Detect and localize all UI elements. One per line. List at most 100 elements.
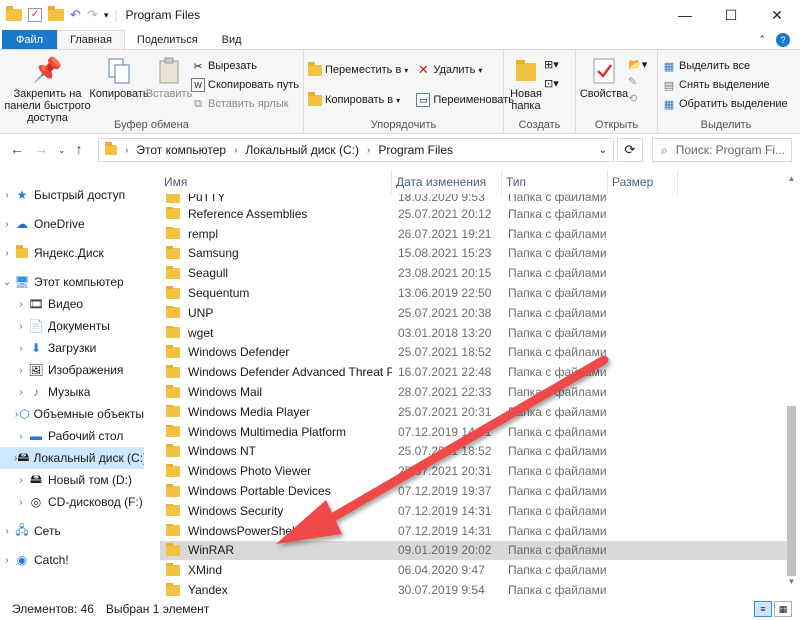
breadcrumb-local-disk[interactable]: Локальный диск (C:) xyxy=(245,143,359,157)
tab-file[interactable]: Файл xyxy=(2,30,58,49)
file-row[interactable]: WindowsPowerShell 07.12.2019 14:31 Папка с… xyxy=(160,521,788,541)
minimize-button[interactable]: — xyxy=(662,0,708,30)
chevron-right-icon[interactable]: › xyxy=(14,299,28,310)
address-bar[interactable]: › Этот компьютер › Локальный диск (C:) ›… xyxy=(98,138,614,162)
scroll-up-icon[interactable]: ▲ xyxy=(783,170,800,187)
scroll-down-icon[interactable]: ▼ xyxy=(783,573,800,590)
column-type[interactable]: Тип xyxy=(502,170,608,194)
nav-network[interactable]: › 🖧 Сеть xyxy=(0,520,144,542)
chevron-right-icon[interactable]: › xyxy=(14,431,28,442)
details-view-icon[interactable]: ≡ xyxy=(754,601,772,617)
file-row[interactable]: Samsung 15.08.2021 15:23 Папка с файлами xyxy=(160,244,788,264)
properties-check-icon[interactable]: ✓ xyxy=(28,8,42,22)
copy-path-button[interactable]: W Скопировать путь xyxy=(191,77,299,93)
tab-home[interactable]: Главная xyxy=(57,30,125,49)
breadcrumb-program-files[interactable]: Program Files xyxy=(378,143,453,157)
column-date-modified[interactable]: Дата изменения xyxy=(392,170,502,194)
file-row[interactable]: PuTTY 18.03.2020 9:53 Папка с файлами xyxy=(160,194,788,204)
chevron-right-icon[interactable]: › xyxy=(14,365,28,376)
file-row[interactable]: Windows Security 07.12.2019 14:31 Папка с … xyxy=(160,501,788,521)
file-row[interactable]: Windows Mail 28.07.2021 22:33 Папка с файл… xyxy=(160,382,788,402)
file-row[interactable]: rempl 26.07.2021 19:21 Папка с файлами xyxy=(160,224,788,244)
file-row[interactable]: Seagull 23.08.2021 20:15 Папка с файлами xyxy=(160,263,788,283)
nav-documents[interactable]: › 📄 Документы xyxy=(0,315,144,337)
large-icons-view-icon[interactable]: ▦ xyxy=(774,601,792,617)
select-none-button[interactable]: ▤ Снять выделение xyxy=(662,77,788,93)
chevron-right-icon[interactable]: › xyxy=(14,475,28,486)
new-item-icon[interactable]: ⊞▾ xyxy=(544,58,559,71)
edit-icon[interactable]: ✎ xyxy=(628,75,647,88)
nav-pictures[interactable]: › 🖼 Изображения xyxy=(0,359,144,381)
address-dropdown-icon[interactable]: ⌄ xyxy=(599,145,607,156)
tab-share[interactable]: Поделиться xyxy=(125,30,210,49)
nav-local-disk-c[interactable]: › 🖴 Локальный диск (C:) xyxy=(0,447,144,469)
nav-new-volume-d[interactable]: › 🖴 Новый том (D:) xyxy=(0,469,144,491)
file-row[interactable]: Windows Portable Devices 07.12.2019 19:37… xyxy=(160,481,788,501)
nav-music[interactable]: › ♪ Музыка xyxy=(0,381,144,403)
file-row[interactable]: Windows Multimedia Platform 07.12.2019 14… xyxy=(160,422,788,442)
recent-locations-icon[interactable]: ⌄ xyxy=(58,141,66,159)
delete-button[interactable]: ✕ Удалить ▾ xyxy=(416,62,514,78)
customize-toolbar-icon[interactable]: ▾ xyxy=(104,10,109,21)
close-button[interactable]: ✕ xyxy=(754,0,800,30)
chevron-right-icon[interactable]: › xyxy=(0,555,14,566)
back-icon[interactable]: ← xyxy=(10,141,24,159)
file-row[interactable]: Windows Defender Advanced Threat Pro... 1… xyxy=(160,362,788,382)
new-folder-icon[interactable] xyxy=(48,6,64,21)
rename-button[interactable]: ▭ Переименовать xyxy=(416,92,514,108)
file-row[interactable]: Reference Assemblies 25.07.2021 20:12 Папк… xyxy=(160,204,788,224)
file-row-selected[interactable]: WinRAR 09.01.2019 20:02 Папка с файлами xyxy=(160,540,788,561)
easy-access-icon[interactable]: ⊡▾ xyxy=(544,77,559,90)
chevron-right-icon[interactable]: › xyxy=(0,190,14,201)
forward-icon[interactable]: → xyxy=(34,141,48,159)
undo-icon[interactable]: ↶ xyxy=(70,7,81,23)
chevron-right-icon[interactable]: › xyxy=(14,343,28,354)
nav-videos[interactable]: › 🎞 Видео xyxy=(0,293,144,315)
chevron-right-icon[interactable]: › xyxy=(0,248,14,259)
file-row[interactable]: Windows Media Player 25.07.2021 20:31 Папк… xyxy=(160,402,788,422)
invert-selection-button[interactable]: ▦ Обратить выделение xyxy=(662,96,788,112)
open-icon[interactable]: 📂▾ xyxy=(628,58,647,71)
refresh-button[interactable]: ⟳ xyxy=(617,138,643,162)
scrollbar-thumb[interactable] xyxy=(787,406,796,576)
copy-to-button[interactable]: Копировать в ▾ xyxy=(308,91,408,108)
chevron-right-icon[interactable]: › xyxy=(14,321,28,332)
vertical-scrollbar[interactable]: ▲ ▼ xyxy=(783,170,800,590)
file-row[interactable]: UNP 25.07.2021 20:38 Папка с файлами xyxy=(160,303,788,323)
nav-catch[interactable]: › ◉ Catch! xyxy=(0,549,144,571)
file-row[interactable]: XMind 06.04.2020 9:47 Папка с файлами xyxy=(160,560,788,580)
file-row[interactable]: Yandex 30.07.2019 9:54 Папка с файлами xyxy=(160,580,788,600)
paste-shortcut-button[interactable]: ⧉ Вставить ярлык xyxy=(191,96,299,112)
chevron-down-icon[interactable]: ⌄ xyxy=(0,277,14,288)
chevron-right-icon[interactable]: › xyxy=(14,497,28,508)
maximize-button[interactable]: ☐ xyxy=(708,0,754,30)
tab-view[interactable]: Вид xyxy=(210,30,254,49)
nav-cd-drive-f[interactable]: › ◎ CD-дисковод (F:) xyxy=(0,491,144,513)
chevron-right-icon[interactable]: › xyxy=(14,387,28,398)
select-all-button[interactable]: ▦ Выделить все xyxy=(662,58,788,74)
breadcrumb-this-pc[interactable]: Этот компьютер xyxy=(136,143,226,157)
history-icon[interactable]: ⟲ xyxy=(628,92,647,105)
move-to-button[interactable]: Переместить в ▾ xyxy=(308,61,408,78)
file-row[interactable]: Windows NT 25.07.2021 18:52 Папка с файлам… xyxy=(160,442,788,462)
help-icon[interactable]: ? xyxy=(776,32,790,47)
cut-button[interactable]: ✂ Вырезать xyxy=(191,58,299,74)
chevron-right-icon[interactable]: › xyxy=(0,526,14,537)
nav-desktop[interactable]: › ▬ Рабочий стол xyxy=(0,425,144,447)
nav-quick-access[interactable]: › ★ Быстрый доступ xyxy=(0,184,144,206)
file-row[interactable]: Windows Defender 25.07.2021 18:52 Папка с … xyxy=(160,343,788,363)
redo-icon[interactable]: ↷ xyxy=(87,7,98,23)
chevron-right-icon[interactable]: › xyxy=(0,219,14,230)
file-row[interactable]: wget 03.01.2018 13:20 Папка с файлами xyxy=(160,323,788,343)
nav-onedrive[interactable]: › ☁ OneDrive xyxy=(0,213,144,235)
search-input[interactable]: ⌕ Поиск: Program Fi... xyxy=(652,138,792,162)
nav-this-pc[interactable]: ⌄ 🖥 Этот компьютер xyxy=(0,271,144,293)
column-size[interactable]: Размер xyxy=(608,170,678,194)
nav-downloads[interactable]: › ⬇ Загрузки xyxy=(0,337,144,359)
file-row[interactable]: Windows Photo Viewer 25.07.2021 20:31 Папк… xyxy=(160,461,788,481)
up-icon[interactable]: ↑ xyxy=(76,141,83,159)
nav-yandex-disk[interactable]: › Яндекс.Диск xyxy=(0,242,144,264)
nav-3d-objects[interactable]: › ⬡ Объемные объекты xyxy=(0,403,144,425)
file-row[interactable]: Sequentum 13.06.2019 22:50 Папка с файлами xyxy=(160,283,788,303)
collapse-ribbon-icon[interactable]: ⌃ xyxy=(758,34,766,45)
